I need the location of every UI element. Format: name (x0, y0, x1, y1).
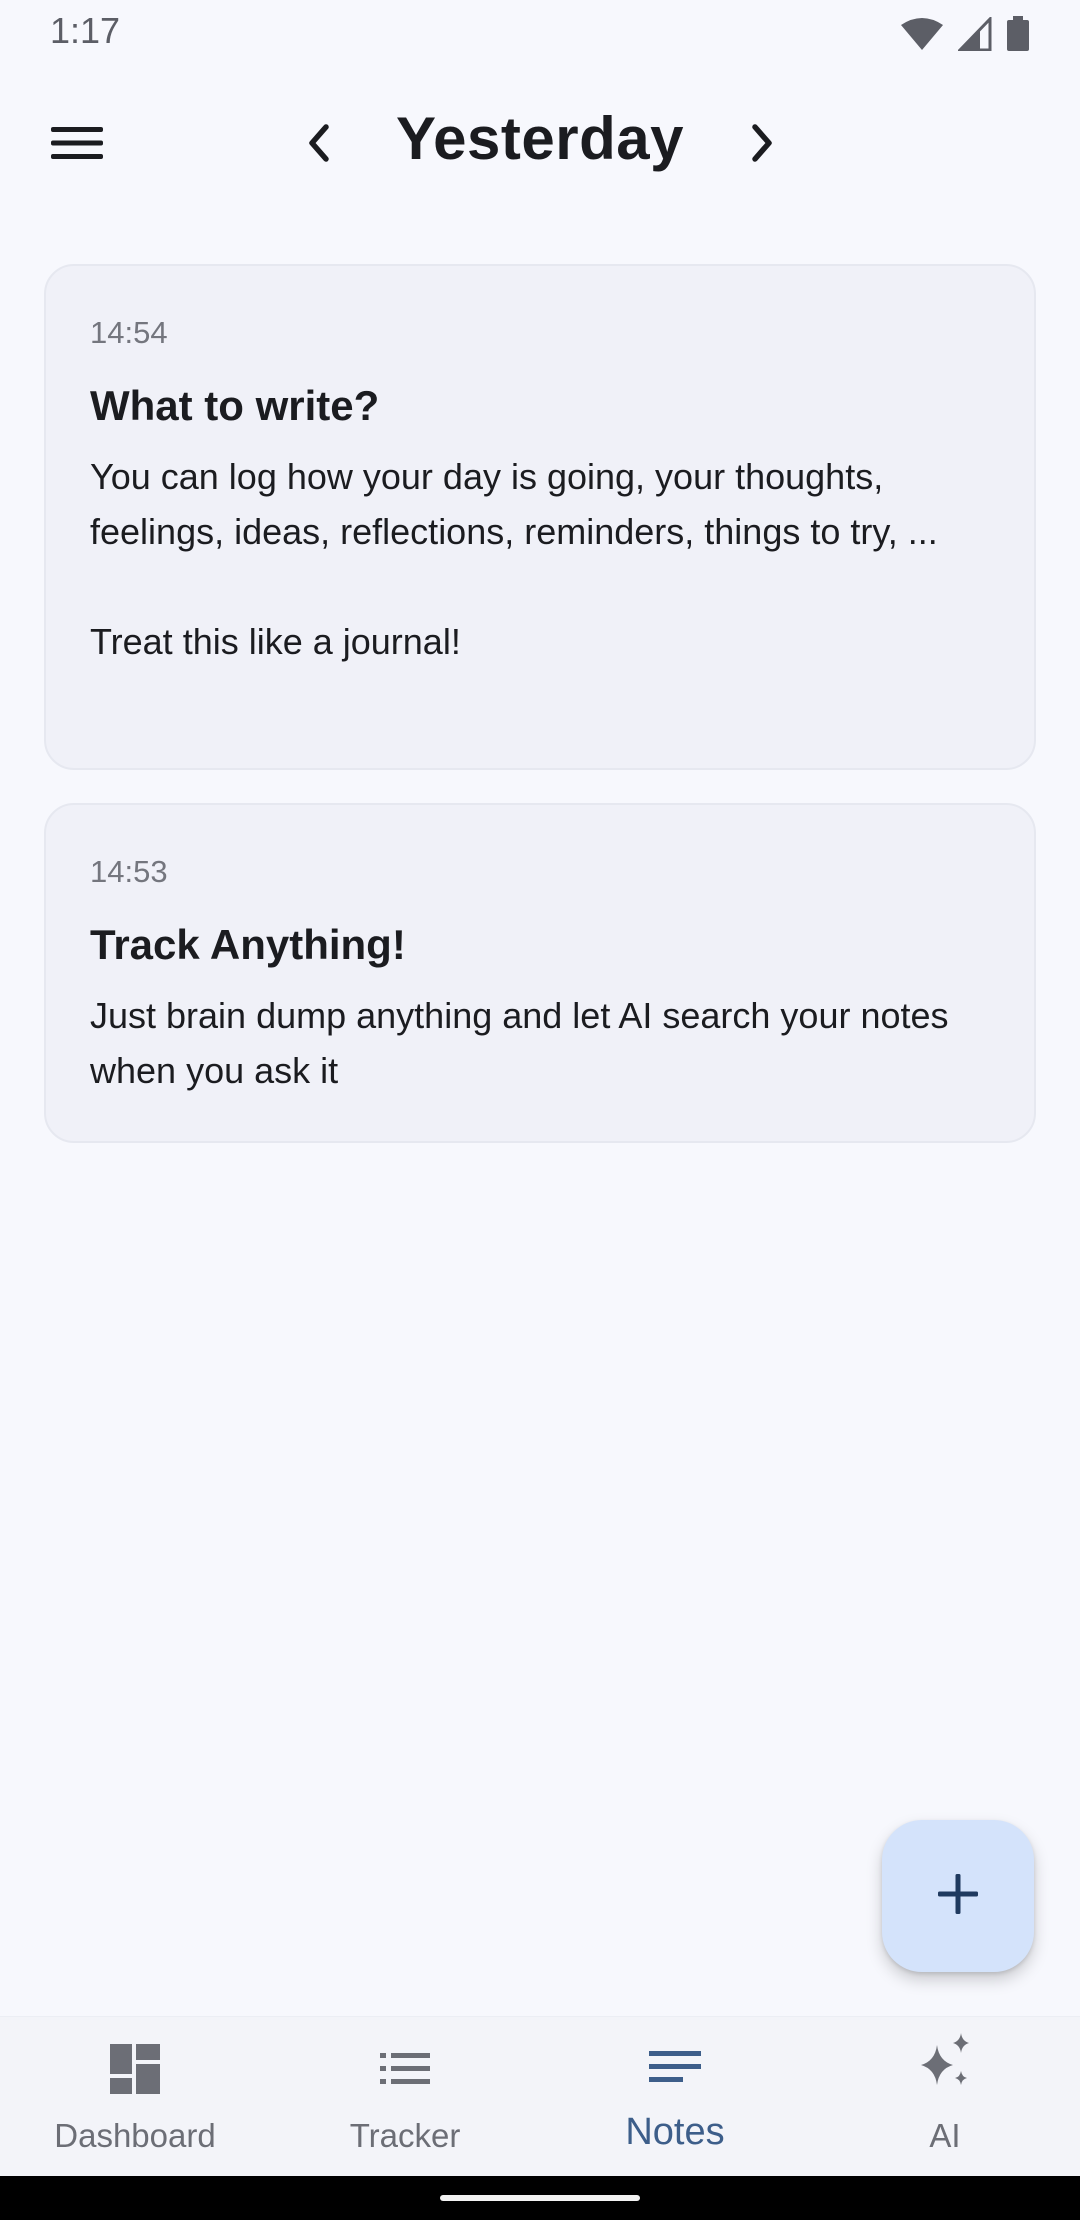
nav-item-dashboard[interactable]: Dashboard (0, 2017, 270, 2177)
nav-label-ai: AI (929, 2117, 961, 2154)
status-bar: 1:17 (0, 0, 1080, 68)
note-card[interactable]: 14:54 What to write? You can log how you… (44, 264, 1036, 770)
note-title: Track Anything! (90, 921, 406, 968)
nav-label-tracker: Tracker (349, 2117, 461, 2154)
gesture-navigation-area (0, 2176, 1080, 2220)
hamburger-menu-icon (51, 125, 103, 166)
nav-label-dashboard: Dashboard (54, 2117, 216, 2154)
battery-icon (1006, 16, 1030, 52)
sparkle-icon (810, 2031, 1080, 2095)
notes-screen: 1:17 Yesterday 14:54 What to write? You … (0, 0, 1080, 2220)
top-app-bar: Yesterday (0, 90, 1080, 200)
list-icon (270, 2043, 540, 2095)
note-card[interactable]: 14:53 Track Anything! Just brain dump an… (44, 803, 1036, 1143)
nav-item-tracker[interactable]: Tracker (270, 2017, 540, 2177)
home-gesture-handle[interactable] (440, 2195, 640, 2201)
status-time: 1:17 (50, 10, 121, 51)
notes-icon (540, 2043, 810, 2095)
chevron-left-icon (304, 123, 332, 168)
next-day-button[interactable] (733, 115, 793, 175)
page-title: Yesterday (395, 105, 685, 172)
note-body: Just brain dump anything and let AI sear… (90, 995, 949, 1091)
add-note-button[interactable] (882, 1820, 1034, 1972)
nav-label-notes: Notes (625, 2111, 725, 2153)
plus-icon (936, 1872, 980, 1921)
previous-day-button[interactable] (288, 115, 348, 175)
wifi-icon (900, 17, 944, 51)
note-time: 14:54 (90, 315, 168, 350)
nav-item-ai[interactable]: AI (810, 2017, 1080, 2177)
dashboard-icon (0, 2043, 270, 2095)
status-icons (900, 16, 1030, 52)
cellular-signal-icon (958, 17, 992, 51)
menu-button[interactable] (40, 115, 114, 175)
nav-item-notes[interactable]: Notes (540, 2017, 810, 2177)
note-title: What to write? (90, 382, 380, 429)
note-body: You can log how your day is going, your … (90, 456, 938, 662)
note-time: 14:53 (90, 854, 168, 889)
chevron-right-icon (749, 123, 777, 168)
bottom-navigation: Dashboard Tracker Notes AI (0, 2016, 1080, 2176)
